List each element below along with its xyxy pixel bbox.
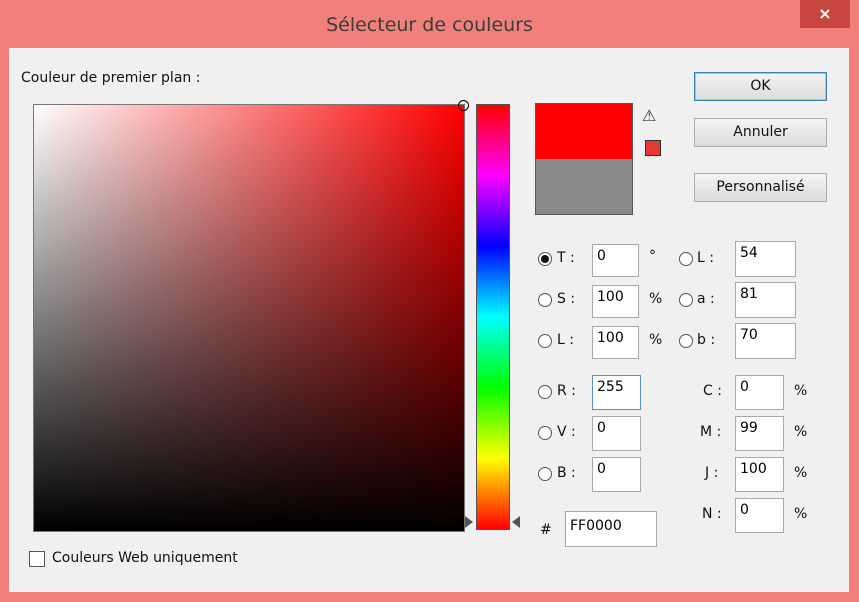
- lab-l-radio[interactable]: [679, 252, 693, 266]
- lab-b-label: b :: [697, 332, 716, 348]
- dialog-body: Couleur de premier plan : ⚠ OK Annuler P…: [9, 48, 849, 592]
- picker-label: Couleur de premier plan :: [21, 70, 201, 86]
- lab-a-radio[interactable]: [679, 293, 693, 307]
- hex-label: #: [540, 522, 552, 538]
- close-button[interactable]: ×: [800, 0, 850, 28]
- gamut-swatch[interactable]: [645, 140, 661, 156]
- magenta-label: M :: [700, 424, 722, 440]
- lab-b-radio[interactable]: [679, 334, 693, 348]
- brightness-field[interactable]: 100: [592, 326, 639, 359]
- custom-button[interactable]: Personnalisé: [694, 173, 827, 202]
- green-field[interactable]: 0: [592, 416, 641, 451]
- black-field[interactable]: 0: [735, 498, 784, 533]
- hue-slider[interactable]: [476, 104, 510, 530]
- title-bar[interactable]: Sélecteur de couleurs ×: [0, 0, 859, 48]
- blue-radio[interactable]: [538, 467, 552, 481]
- black-label: N :: [702, 506, 722, 522]
- yellow-label: J :: [705, 465, 719, 481]
- red-label: R :: [557, 383, 576, 399]
- blue-field[interactable]: 0: [592, 457, 641, 492]
- yellow-unit: %: [794, 465, 808, 481]
- ok-button[interactable]: OK: [694, 72, 827, 101]
- color-field[interactable]: [33, 100, 469, 532]
- color-preview: [535, 103, 633, 215]
- red-field[interactable]: 255: [592, 375, 641, 410]
- brightness-label: L :: [557, 332, 574, 348]
- window-title: Sélecteur de couleurs: [326, 14, 533, 36]
- hue-slider-right-handle[interactable]: [512, 516, 520, 528]
- cancel-button[interactable]: Annuler: [694, 118, 827, 147]
- web-colors-label: Couleurs Web uniquement: [52, 550, 238, 566]
- saturation-label: S :: [557, 291, 576, 307]
- hue-field[interactable]: 0: [592, 244, 639, 277]
- lab-a-field[interactable]: 81: [735, 282, 796, 318]
- color-field-cursor[interactable]: [458, 100, 469, 111]
- gamut-warning-icon[interactable]: ⚠: [642, 106, 656, 125]
- black-unit: %: [794, 506, 808, 522]
- hue-label: T :: [557, 250, 575, 266]
- lab-a-label: a :: [697, 291, 715, 307]
- lab-l-field[interactable]: 54: [735, 241, 796, 277]
- magenta-field[interactable]: 99: [735, 416, 784, 451]
- red-radio[interactable]: [538, 385, 552, 399]
- blue-label: B :: [557, 465, 576, 481]
- lab-l-label: L :: [697, 250, 714, 266]
- hue-unit: °: [649, 248, 656, 264]
- green-label: V :: [557, 424, 576, 440]
- lab-b-field[interactable]: 70: [735, 323, 796, 359]
- hue-slider-left-handle[interactable]: [465, 516, 473, 528]
- green-radio[interactable]: [538, 426, 552, 440]
- cyan-field[interactable]: 0: [735, 375, 784, 410]
- hue-radio[interactable]: [538, 252, 552, 266]
- cyan-unit: %: [794, 383, 808, 399]
- saturation-unit: %: [649, 291, 663, 307]
- saturation-field[interactable]: 100: [592, 285, 639, 318]
- brightness-unit: %: [649, 332, 663, 348]
- hex-field[interactable]: FF0000: [565, 511, 657, 547]
- web-colors-checkbox[interactable]: [29, 551, 45, 567]
- current-color-swatch[interactable]: [536, 159, 632, 214]
- brightness-radio[interactable]: [538, 334, 552, 348]
- new-color-swatch: [536, 104, 632, 159]
- cyan-label: C :: [703, 383, 722, 399]
- yellow-field[interactable]: 100: [735, 457, 784, 492]
- color-picker-window: Sélecteur de couleurs × Couleur de premi…: [0, 0, 859, 602]
- saturation-radio[interactable]: [538, 293, 552, 307]
- magenta-unit: %: [794, 424, 808, 440]
